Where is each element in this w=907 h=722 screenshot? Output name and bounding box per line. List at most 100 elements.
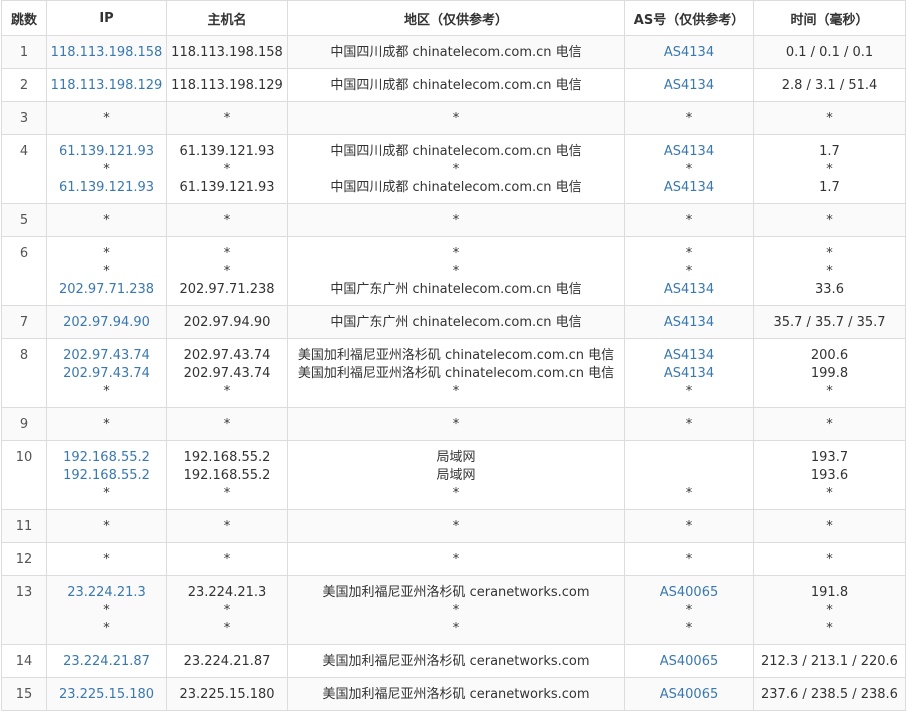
hostname-text: 202.97.71.238 bbox=[179, 282, 275, 297]
ip-cell: * bbox=[46, 101, 167, 135]
region-text: 美国加利福尼亚州洛杉矶 ceranetworks.com bbox=[322, 687, 590, 702]
no-response-marker: * bbox=[826, 519, 833, 534]
no-response-marker: * bbox=[826, 162, 833, 177]
no-response-marker: * bbox=[826, 264, 833, 279]
hostname-text: 118.113.198.129 bbox=[171, 78, 283, 93]
ip-link[interactable]: 202.97.43.74 bbox=[47, 347, 166, 365]
asn-cell: * bbox=[624, 509, 754, 543]
header-hostname: 主机名 bbox=[166, 0, 288, 36]
asn-link[interactable]: AS4134 bbox=[625, 44, 753, 62]
asn-link[interactable]: AS4134 bbox=[625, 365, 753, 383]
region-cell: * bbox=[287, 203, 625, 237]
no-response-marker: * bbox=[452, 603, 460, 618]
time-cell: 191.8 * * bbox=[753, 575, 906, 645]
ip-link[interactable]: 192.168.55.2 bbox=[47, 467, 166, 485]
asn-link[interactable]: AS40065 bbox=[625, 653, 753, 671]
ip-link[interactable]: 61.139.121.93 bbox=[47, 179, 166, 197]
no-response-marker: * bbox=[452, 246, 460, 261]
time-cell: * bbox=[753, 542, 906, 576]
ip-link[interactable]: 61.139.121.93 bbox=[47, 143, 166, 161]
asn-link[interactable]: AS4134 bbox=[625, 179, 753, 197]
region-text: 中国广东广州 chinatelecom.com.cn 电信 bbox=[330, 282, 582, 297]
ip-link[interactable]: 23.225.15.180 bbox=[47, 686, 166, 704]
time-cell: 212.3 / 213.1 / 220.6 bbox=[753, 644, 906, 678]
no-response-marker: * bbox=[452, 213, 460, 228]
no-response-marker: * bbox=[826, 603, 833, 618]
no-response-marker: * bbox=[452, 621, 460, 636]
asn-link[interactable]: AS4134 bbox=[625, 347, 753, 365]
ip-link[interactable]: 118.113.198.129 bbox=[47, 77, 166, 95]
no-response-marker: * bbox=[223, 246, 231, 261]
ip-link[interactable]: 192.168.55.2 bbox=[47, 449, 166, 467]
table-row: 4 61.139.121.93 * 61.139.121.93 61.139.121.9… bbox=[1, 134, 906, 204]
asn-link[interactable]: AS4134 bbox=[625, 143, 753, 161]
no-response-marker: * bbox=[685, 264, 693, 279]
time-cell: 0.1 / 0.1 / 0.1 bbox=[753, 35, 906, 69]
latency-text: 33.6 bbox=[815, 282, 844, 297]
asn-cell: AS40065 * * bbox=[624, 575, 754, 645]
no-response-marker: * bbox=[103, 603, 110, 618]
ip-link[interactable]: 202.97.71.238 bbox=[47, 281, 166, 299]
region-text: 中国四川成都 chinatelecom.com.cn 电信 bbox=[330, 78, 582, 93]
traceroute-table: 跳数 IP 主机名 地区（仅供参考） AS号（仅供参考） 时间（毫秒） 1 118… bbox=[1, 0, 906, 711]
hop-number: 7 bbox=[1, 305, 47, 339]
asn-cell: * * AS4134 bbox=[624, 236, 754, 306]
table-row: 2 118.113.198.129 118.113.198.129 中国四川成都 ch… bbox=[1, 68, 906, 102]
ip-cell: 61.139.121.93 * 61.139.121.93 bbox=[46, 134, 167, 204]
header-hop: 跳数 bbox=[1, 0, 47, 36]
ip-link[interactable]: 202.97.43.74 bbox=[47, 365, 166, 383]
no-response-marker: * bbox=[103, 519, 110, 534]
region-text: 中国四川成都 chinatelecom.com.cn 电信 bbox=[330, 45, 582, 60]
region-text: 美国加利福尼亚州洛杉矶 chinatelecom.com.cn 电信 bbox=[297, 348, 615, 363]
hostname-text: 202.97.43.74 bbox=[183, 348, 271, 363]
hostname-cell: 202.97.43.74 202.97.43.74 * bbox=[166, 338, 288, 408]
hostname-text: 23.224.21.3 bbox=[187, 585, 267, 600]
no-response-marker: * bbox=[223, 264, 231, 279]
time-cell: * * 33.6 bbox=[753, 236, 906, 306]
ip-link[interactable]: 118.113.198.158 bbox=[47, 44, 166, 62]
table-row: 9 * * * * * bbox=[1, 407, 906, 441]
no-response-marker: * bbox=[685, 111, 693, 126]
asn-link[interactable]: AS40065 bbox=[625, 584, 753, 602]
table-row: 10 192.168.55.2 192.168.55.2 * 192.168.55.2 1… bbox=[1, 440, 906, 510]
region-cell: 中国四川成都 chinatelecom.com.cn 电信 * 中国四川成都 chi… bbox=[287, 134, 625, 204]
asn-cell: AS4134 bbox=[624, 68, 754, 102]
hostname-text: 192.168.55.2 bbox=[183, 450, 271, 465]
asn-cell: * bbox=[624, 407, 754, 441]
no-response-marker: * bbox=[685, 603, 693, 618]
table-row: 1 118.113.198.158 118.113.198.158 中国四川成都 ch… bbox=[1, 35, 906, 69]
asn-link[interactable]: AS4134 bbox=[625, 281, 753, 299]
no-response-marker: * bbox=[103, 213, 110, 228]
region-text: 美国加利福尼亚州洛杉矶 ceranetworks.com bbox=[322, 654, 590, 669]
asn-cell: AS4134 AS4134 * bbox=[624, 338, 754, 408]
table-header-row: 跳数 IP 主机名 地区（仅供参考） AS号（仅供参考） 时间（毫秒） bbox=[1, 0, 906, 36]
no-response-marker: * bbox=[223, 486, 231, 501]
asn-link[interactable]: AS4134 bbox=[625, 314, 753, 332]
hostname-cell: * bbox=[166, 509, 288, 543]
latency-text: 237.6 / 238.5 / 238.6 bbox=[761, 687, 898, 702]
hostname-text: 202.97.94.90 bbox=[183, 315, 271, 330]
hop-number: 8 bbox=[1, 338, 47, 408]
latency-text: 200.6 bbox=[810, 348, 849, 363]
no-response-marker: * bbox=[452, 111, 460, 126]
latency-text: 1.7 bbox=[819, 180, 840, 195]
hop-number: 4 bbox=[1, 134, 47, 204]
latency-text: 2.8 / 3.1 / 51.4 bbox=[781, 78, 878, 93]
no-response-marker: * bbox=[826, 486, 833, 501]
ip-link[interactable]: 202.97.94.90 bbox=[47, 314, 166, 332]
hostname-text: 23.225.15.180 bbox=[179, 687, 275, 702]
hostname-cell: * bbox=[166, 203, 288, 237]
latency-text: 193.7 bbox=[810, 450, 849, 465]
asn-link[interactable]: AS4134 bbox=[625, 77, 753, 95]
region-text: 局域网 bbox=[436, 450, 476, 465]
asn-link[interactable]: AS40065 bbox=[625, 686, 753, 704]
header-time: 时间（毫秒） bbox=[753, 0, 906, 36]
ip-cell: 202.97.43.74 202.97.43.74 * bbox=[46, 338, 167, 408]
hostname-text: 23.224.21.87 bbox=[183, 654, 271, 669]
ip-link[interactable]: 23.224.21.3 bbox=[47, 584, 166, 602]
asn-cell: * bbox=[624, 440, 754, 510]
hop-number: 1 bbox=[1, 35, 47, 69]
table-row: 11 * * * * * bbox=[1, 509, 906, 543]
latency-text: 35.7 / 35.7 / 35.7 bbox=[773, 315, 886, 330]
ip-link[interactable]: 23.224.21.87 bbox=[47, 653, 166, 671]
